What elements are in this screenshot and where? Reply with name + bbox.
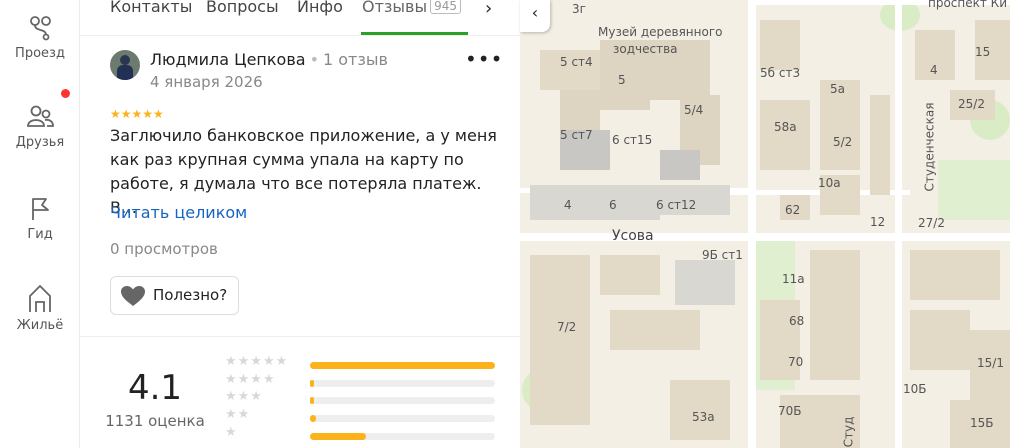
dist-bar-5 xyxy=(310,362,495,369)
collapse-panel-button[interactable]: ‹ xyxy=(520,0,550,32)
tab-reviews-label: Отзывы xyxy=(362,0,428,16)
map-label: 15/1 xyxy=(977,356,1004,370)
dist-stars-4: ★★★★ xyxy=(225,372,276,387)
map-label: 70Б xyxy=(778,404,802,418)
map-label: 12 xyxy=(870,215,886,229)
heart-icon xyxy=(121,286,145,306)
tab-reviews[interactable]: Отзывы 945 xyxy=(362,0,462,16)
rail-housing-label: Жильё xyxy=(16,318,64,333)
tab-info[interactable]: Инфо xyxy=(297,0,343,16)
map-label: 4 xyxy=(564,198,572,212)
flag-icon xyxy=(32,198,49,220)
home-icon xyxy=(29,285,51,312)
rating-dist-row-1[interactable]: ★ xyxy=(225,425,505,444)
rating-dist-row-3[interactable]: ★★★ xyxy=(225,389,505,408)
review-views: 0 просмотров xyxy=(110,240,218,258)
rail-friends-label: Друзья xyxy=(15,135,65,150)
useful-label: Полезно? xyxy=(153,286,228,304)
dist-stars-1: ★ xyxy=(225,425,238,440)
dist-stars-5: ★★★★★ xyxy=(225,354,289,369)
chevron-left-icon: ‹ xyxy=(531,3,539,22)
map-label: 10а xyxy=(818,176,841,190)
tab-contacts[interactable]: Контакты xyxy=(110,0,192,16)
map-label: 62 xyxy=(785,203,801,217)
dist-track xyxy=(310,415,495,422)
rating-dist-row-2[interactable]: ★★ xyxy=(225,407,505,426)
dist-bar-2 xyxy=(310,415,316,422)
reviews-count-badge: 945 xyxy=(430,0,462,14)
map-label: 6 ст15 xyxy=(612,133,653,147)
map-label: 11а xyxy=(782,272,805,286)
map-label: 15Б xyxy=(970,416,994,430)
map-label: зодчества xyxy=(613,42,678,56)
dist-bar-3 xyxy=(310,397,314,404)
map-label: 7/2 xyxy=(557,320,577,334)
left-rail: Проезд Друзья Гид Жильё xyxy=(0,0,80,448)
map-label: 15 xyxy=(975,45,991,59)
map-label: 70 xyxy=(788,355,804,369)
map-label: 68 xyxy=(789,314,805,328)
map-street-studencheskaya-2: Студ xyxy=(841,416,856,448)
friends-icon xyxy=(27,105,54,127)
map-label: 5 xyxy=(618,73,626,87)
map-label: проспект Ки xyxy=(928,0,1008,10)
dist-track xyxy=(310,362,495,369)
map-label: 5/4 xyxy=(684,103,704,117)
map-label: 9Б ст1 xyxy=(702,248,743,262)
dist-stars-3: ★★★ xyxy=(225,389,263,404)
route-icon xyxy=(30,16,51,41)
place-panel: Контакты Вопросы Инфо Отзывы 945 › Людмил… xyxy=(80,0,520,448)
dist-track xyxy=(310,433,495,440)
useful-button[interactable]: Полезно? xyxy=(110,276,239,315)
rating-dist-row-5[interactable]: ★★★★★ xyxy=(225,354,505,373)
map[interactable]: 3г Музей деревянного зодчества проспект … xyxy=(520,0,1010,448)
tab-questions[interactable]: Вопросы xyxy=(206,0,279,16)
dist-track xyxy=(310,397,495,404)
notification-dot xyxy=(61,89,70,98)
map-label: 53а xyxy=(692,410,715,424)
dist-bar-1 xyxy=(310,433,366,440)
review-author[interactable]: Людмила Цепкова • 1 отзыв xyxy=(150,50,388,69)
more-options-button[interactable]: ••• xyxy=(465,49,503,69)
map-label: 58а xyxy=(774,120,797,134)
tab-bar: Контакты Вопросы Инфо Отзывы 945 › xyxy=(80,0,520,36)
dist-bar-4 xyxy=(310,380,314,387)
author-review-count: 1 отзыв xyxy=(323,50,388,69)
review-rating-stars: ★★★★★ xyxy=(110,107,164,121)
rating-dist-row-4[interactable]: ★★★★ xyxy=(225,372,505,391)
avatar[interactable] xyxy=(110,50,140,80)
rail-guide-label: Гид xyxy=(27,227,53,242)
map-label: 10Б xyxy=(903,382,927,396)
map-label: 5 ст4 xyxy=(560,55,593,69)
dist-track xyxy=(310,380,495,387)
rating-count: 1131 оценка xyxy=(105,412,205,430)
map-label: 4 xyxy=(930,63,938,77)
map-label: 27/2 xyxy=(918,216,945,230)
map-street-usova: Усова xyxy=(612,228,654,244)
tabs-next-icon[interactable]: › xyxy=(485,0,492,19)
map-street-studencheskaya: Студенческая xyxy=(922,102,937,192)
active-tab-indicator xyxy=(361,32,468,35)
rail-guide[interactable]: Гид xyxy=(0,195,80,242)
map-label: 6 xyxy=(609,198,617,212)
map-label: Музей деревянного xyxy=(598,25,723,39)
author-name[interactable]: Людмила Цепкова xyxy=(150,50,306,69)
rail-route-label: Проезд xyxy=(15,46,65,61)
map-label: 5 ст7 xyxy=(560,128,593,142)
map-label: 5/2 xyxy=(833,135,853,149)
rail-route[interactable]: Проезд xyxy=(0,14,80,61)
map-label: 25/2 xyxy=(958,97,985,111)
map-label: 6 ст12 xyxy=(656,198,697,212)
map-label: 3г xyxy=(572,2,586,16)
map-label: 5б ст3 xyxy=(760,66,801,80)
map-label: 5а xyxy=(830,82,845,96)
rail-friends[interactable]: Друзья xyxy=(0,89,80,150)
read-more-link[interactable]: Читать целиком xyxy=(110,203,247,222)
review-date: 4 января 2026 xyxy=(150,73,263,91)
overall-rating: 4.1 xyxy=(127,368,183,408)
rail-housing[interactable]: Жильё xyxy=(0,282,80,333)
dist-stars-2: ★★ xyxy=(225,407,251,422)
section-divider xyxy=(80,336,520,337)
